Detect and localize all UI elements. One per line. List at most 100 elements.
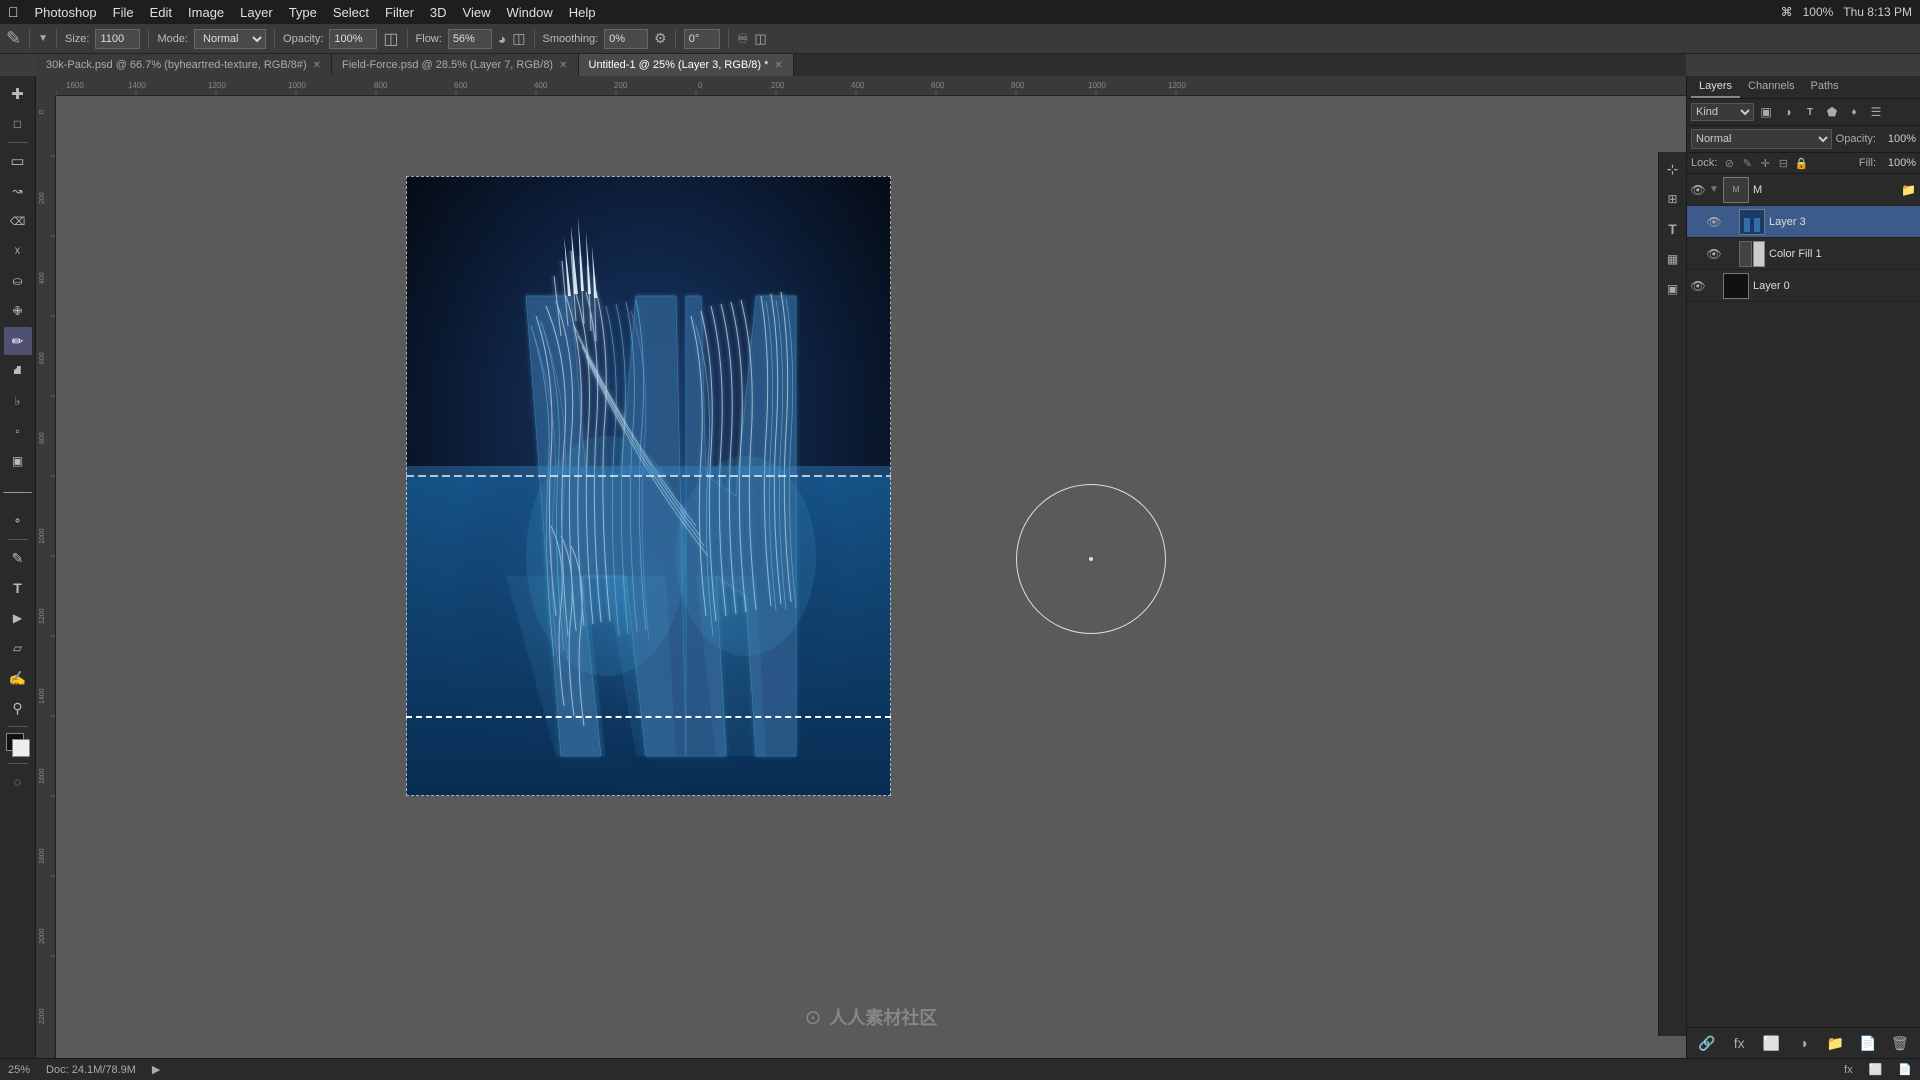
foreground-background-colors[interactable] bbox=[4, 731, 32, 759]
menu-edit[interactable]: Edit bbox=[150, 5, 172, 20]
brush-tool[interactable]: ✏ bbox=[4, 327, 32, 355]
menu-image[interactable]: Image bbox=[188, 5, 224, 20]
tab-2-close[interactable]: ✕ bbox=[559, 60, 567, 71]
flow-input[interactable] bbox=[448, 29, 492, 49]
shape-right[interactable]: ▣ bbox=[1662, 278, 1684, 300]
channels-tab[interactable]: Channels bbox=[1740, 76, 1802, 98]
dodge-tool[interactable]: ⚬ bbox=[4, 507, 32, 535]
menu-photoshop[interactable]: Photoshop bbox=[35, 5, 97, 20]
type-tool-right[interactable]: T bbox=[1662, 218, 1684, 240]
canvas-area[interactable]: 1600 1400 1200 1000 800 600 400 200 bbox=[36, 76, 1686, 1058]
lock-position-icon[interactable]: ✛ bbox=[1757, 155, 1773, 171]
filter-shape-icon[interactable]: ⬟ bbox=[1822, 102, 1842, 122]
layer-row-colorfill[interactable]: 👁 Color Fill 1 bbox=[1687, 238, 1920, 270]
smoothing-input[interactable] bbox=[604, 29, 648, 49]
menu-file[interactable]: File bbox=[113, 5, 134, 20]
menu-window[interactable]: Window bbox=[507, 5, 553, 20]
zoom-tool[interactable]: ⚲ bbox=[4, 694, 32, 722]
layers-tab[interactable]: Layers bbox=[1691, 76, 1740, 98]
filter-adjustment-icon[interactable]: ◑ bbox=[1778, 102, 1798, 122]
angle-input[interactable] bbox=[684, 29, 720, 49]
filter-pixel-icon[interactable]: ▣ bbox=[1756, 102, 1776, 122]
artboard-tool[interactable]: □ bbox=[4, 110, 32, 138]
blur-tool[interactable]: ⸻ bbox=[4, 477, 32, 505]
menu-type[interactable]: Type bbox=[289, 5, 317, 20]
text-tool[interactable]: T bbox=[4, 574, 32, 602]
link-layers-btn[interactable]: 🔗 bbox=[1696, 1032, 1718, 1054]
layer-eye-M[interactable]: 👁 bbox=[1691, 183, 1705, 197]
filter-smart-icon[interactable]: ♦ bbox=[1844, 102, 1864, 122]
menu-select[interactable]: Select bbox=[333, 5, 369, 20]
delete-layer-btn[interactable]: 🗑 bbox=[1889, 1032, 1911, 1054]
pressure-flow-icon[interactable]: ◫ bbox=[512, 30, 525, 47]
smoothing-label: Smoothing: bbox=[543, 33, 599, 45]
tool-preset-picker[interactable]: ▼ bbox=[38, 33, 48, 44]
mode-dropdown[interactable]: Normal Dissolve Multiply Screen Overlay bbox=[194, 29, 266, 49]
layer-expand-M[interactable]: ▼ bbox=[1709, 184, 1719, 195]
lock-artboard-icon[interactable]: ⊟ bbox=[1775, 155, 1791, 171]
adjustment-layer-btn[interactable]: ◑ bbox=[1792, 1032, 1814, 1054]
new-group-btn[interactable]: 📁 bbox=[1825, 1032, 1847, 1054]
add-mask-btn[interactable]: ⬜ bbox=[1760, 1032, 1782, 1054]
svg-text:1000: 1000 bbox=[1088, 81, 1106, 90]
marquee-tool[interactable]: ▭ bbox=[4, 147, 32, 175]
filter-kind-dropdown[interactable]: Kind Name Effect Mode Attribute Color bbox=[1691, 103, 1754, 121]
menu-layer[interactable]: Layer bbox=[240, 5, 273, 20]
object-select-tool[interactable]: ⌫ bbox=[4, 207, 32, 235]
tab-3-close[interactable]: ✕ bbox=[774, 60, 782, 71]
eyedropper-tool[interactable]: ⛀ bbox=[4, 267, 32, 295]
menu-view[interactable]: View bbox=[463, 5, 491, 20]
menu-help[interactable]: Help bbox=[569, 5, 596, 20]
airbrush-icon[interactable]: ◕ bbox=[498, 31, 506, 47]
artboard-right[interactable]: ⊞ bbox=[1662, 188, 1684, 210]
layer-eye-colorfill[interactable]: 👁 bbox=[1707, 247, 1721, 261]
fx-icon[interactable]: fx bbox=[1844, 1064, 1853, 1076]
lasso-tool[interactable]: ↝ bbox=[4, 177, 32, 205]
canvas-content[interactable]: 人人素材社区 www.rrcg.cn bbox=[56, 96, 1686, 1058]
filter-type-icon[interactable]: T bbox=[1800, 102, 1820, 122]
healing-tool[interactable]: ✙ bbox=[4, 297, 32, 325]
add-layer-icon[interactable]: 📄 bbox=[1898, 1063, 1912, 1076]
lock-transparent-icon[interactable]: ⊘ bbox=[1721, 155, 1737, 171]
add-style-btn[interactable]: fx bbox=[1728, 1032, 1750, 1054]
stamp-tool[interactable]: ⛘ bbox=[4, 357, 32, 385]
gradient-right[interactable]: ▦ bbox=[1662, 248, 1684, 270]
blend-mode-dropdown[interactable]: Normal Dissolve Darken Multiply Screen O… bbox=[1691, 129, 1832, 149]
quick-mask-icon[interactable]: ◌ bbox=[4, 768, 32, 796]
pressure-opacity-icon[interactable]: ◫ bbox=[383, 29, 398, 49]
opacity-input[interactable] bbox=[329, 29, 377, 49]
layer-eye-3[interactable]: 👁 bbox=[1707, 215, 1721, 229]
apple-logo[interactable]:  bbox=[8, 4, 19, 20]
pressure-size-icon[interactable]: ◫ bbox=[754, 31, 766, 47]
layer-row-M[interactable]: 👁 ▼ M M 📁 bbox=[1687, 174, 1920, 206]
layer-row-3[interactable]: 👁 Layer 3 bbox=[1687, 206, 1920, 238]
eraser-tool[interactable]: ▫ bbox=[4, 417, 32, 445]
crop-tool[interactable]: ☓ bbox=[4, 237, 32, 265]
move-tool[interactable]: ✚ bbox=[4, 80, 32, 108]
layers-panel-menu[interactable]: ☰ bbox=[1866, 102, 1886, 122]
path-selection-tool[interactable]: ▶ bbox=[4, 604, 32, 632]
lock-image-icon[interactable]: ✎ bbox=[1739, 155, 1755, 171]
tab-1[interactable]: 30k-Pack.psd @ 66.7% (byheartred-texture… bbox=[36, 54, 332, 76]
menu-3d[interactable]: 3D bbox=[430, 5, 447, 20]
layer-row-0[interactable]: 👁 Layer 0 bbox=[1687, 270, 1920, 302]
menu-filter[interactable]: Filter bbox=[385, 5, 414, 20]
shape-tool[interactable]: ▱ bbox=[4, 634, 32, 662]
symmetry-icon[interactable]: ♾ bbox=[737, 31, 749, 47]
move-tool-right[interactable]: ⊹ bbox=[1662, 158, 1684, 180]
gradient-tool[interactable]: ▣ bbox=[4, 447, 32, 475]
pen-tool[interactable]: ✎ bbox=[4, 544, 32, 572]
hand-tool[interactable]: ✍ bbox=[4, 664, 32, 692]
status-arrow[interactable]: ▶ bbox=[152, 1063, 160, 1076]
mask-icon[interactable]: ⬜ bbox=[1869, 1063, 1883, 1076]
tab-1-close[interactable]: ✕ bbox=[313, 60, 321, 71]
tab-3[interactable]: Untitled-1 @ 25% (Layer 3, RGB/8) * ✕ bbox=[579, 54, 794, 76]
new-layer-btn[interactable]: 📄 bbox=[1857, 1032, 1879, 1054]
paths-tab[interactable]: Paths bbox=[1803, 76, 1847, 98]
history-brush-tool[interactable]: ♭ bbox=[4, 387, 32, 415]
smoothing-settings-icon[interactable]: ⚙ bbox=[654, 30, 667, 47]
size-input[interactable] bbox=[95, 29, 140, 49]
layer-eye-0[interactable]: 👁 bbox=[1691, 279, 1705, 293]
lock-all-icon[interactable]: 🔒 bbox=[1793, 155, 1809, 171]
tab-2[interactable]: Field-Force.psd @ 28.5% (Layer 7, RGB/8)… bbox=[332, 54, 578, 76]
